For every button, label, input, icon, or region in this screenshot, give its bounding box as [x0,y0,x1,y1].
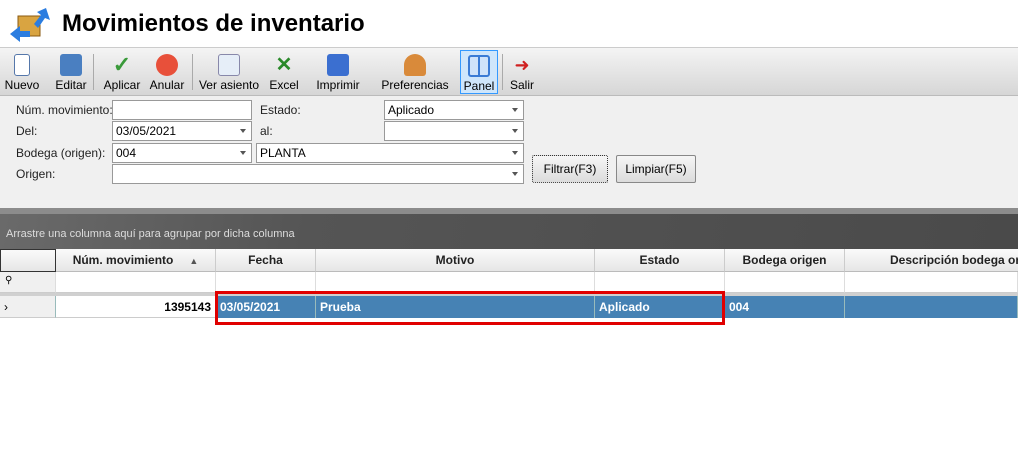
filter-cell[interactable] [216,272,316,293]
column-header-fecha[interactable]: Fecha [216,249,316,272]
column-header-estado[interactable]: Estado [595,249,725,272]
column-header-descripcion[interactable]: Descripción bodega ori [845,249,1018,272]
row-selector-header[interactable] [0,249,56,272]
excel-icon: ✕ [275,54,293,76]
origen-label: Origen: [16,167,56,181]
exit-icon: ➜ [514,55,530,75]
toolbar: Nuevo Editar ✓ Aplicar Anular Ver asiento… [0,48,1018,96]
filter-cell[interactable] [595,272,725,293]
separator [192,54,193,90]
estado-label: Estado: [260,103,301,117]
column-header-bodega[interactable]: Bodega origen [725,249,845,272]
cell-descripcion[interactable] [845,296,1018,318]
origen-select[interactable] [112,164,524,184]
cancel-icon [156,54,178,76]
chevron-down-icon [512,129,518,133]
chevron-down-icon [512,151,518,155]
chevron-down-icon [240,151,246,155]
edit-button[interactable]: Editar [52,50,90,94]
page-title: Movimientos de inventario [62,10,365,37]
new-document-icon [14,54,30,76]
chevron-down-icon [240,129,246,133]
al-label: al: [260,124,273,138]
void-button[interactable]: Anular [146,50,188,94]
sort-ascending-icon: ▲ [189,256,199,266]
new-button[interactable]: Nuevo [2,50,42,94]
user-preferences-icon [404,54,426,76]
row-indicator-icon[interactable]: › [0,296,56,318]
filter-cell[interactable] [56,272,216,293]
print-button[interactable]: Imprimir [306,50,370,94]
panel-icon [468,55,490,77]
edit-icon [60,54,82,76]
inventory-boxes-icon [10,8,50,42]
panel-button[interactable]: Panel [460,50,498,94]
printer-icon [327,54,349,76]
apply-button[interactable]: ✓ Aplicar [98,50,146,94]
filter-cell[interactable] [725,272,845,293]
bodega-code-select[interactable]: 004 [112,143,252,163]
view-entry-icon [218,54,240,76]
num-movimiento-input[interactable] [112,100,252,120]
filter-cell[interactable] [845,272,1018,293]
filter-panel: Núm. movimiento: Estado: Aplicado Del: 0… [0,96,1018,210]
filter-row-icon[interactable]: ⚲ [0,272,56,293]
cell-bodega[interactable]: 004 [725,296,845,318]
excel-button[interactable]: ✕ Excel [264,50,304,94]
estado-select[interactable]: Aplicado [384,100,524,120]
num-movimiento-label: Núm. movimiento: [16,103,113,117]
chevron-down-icon [512,108,518,112]
group-by-panel[interactable]: Arrastre una columna aquí para agrupar p… [0,214,1018,249]
view-entry-button[interactable]: Ver asiento [196,50,262,94]
del-date-picker[interactable]: 03/05/2021 [112,121,252,141]
column-header-num[interactable]: Núm. movimiento ▲ [56,249,216,272]
exit-button[interactable]: ➜ Salir [506,50,538,94]
title-bar: Movimientos de inventario [0,0,1018,48]
al-date-picker[interactable] [384,121,524,141]
bodega-name-select[interactable]: PLANTA [256,143,524,163]
del-label: Del: [16,124,38,138]
chevron-down-icon [512,172,518,176]
column-header-motivo[interactable]: Motivo [316,249,595,272]
filter-button[interactable]: Filtrar(F3) [532,155,608,183]
cell-num[interactable]: 1395143 [56,296,216,318]
preferences-button[interactable]: Preferencias [374,50,456,94]
filter-cell[interactable] [316,272,595,293]
bodega-label: Bodega (origen): [16,146,106,160]
separator [93,54,94,90]
separator [502,54,503,90]
highlight-annotation [215,291,725,325]
clear-button[interactable]: Limpiar(F5) [616,155,696,183]
checkmark-icon: ✓ [112,52,132,77]
